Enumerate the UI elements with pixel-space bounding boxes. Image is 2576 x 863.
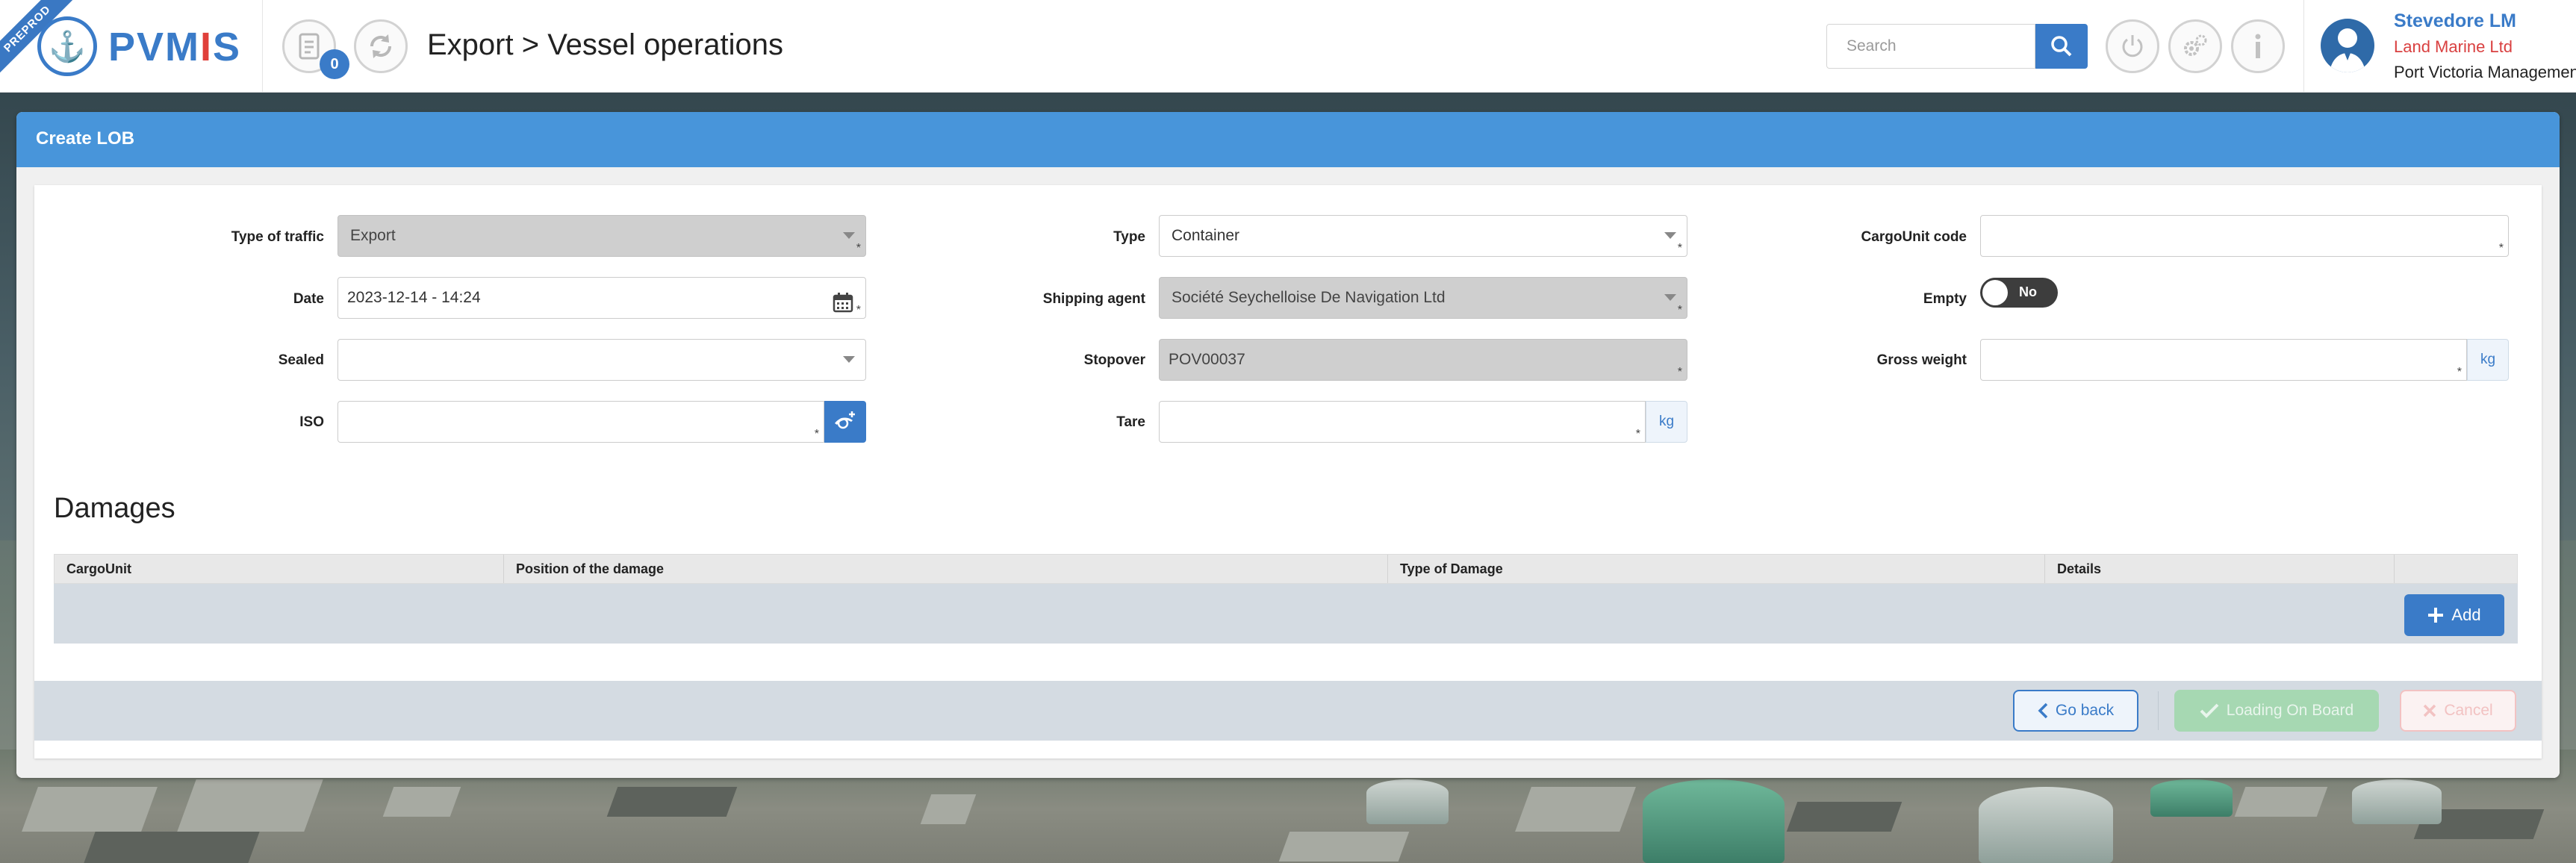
chevron-down-icon: [1664, 294, 1676, 301]
shipping-agent-value: Société Seychelloise De Navigation Ltd: [1172, 289, 1446, 306]
iso-lookup-button[interactable]: [824, 401, 866, 443]
add-damage-button[interactable]: Add: [2404, 594, 2504, 636]
user-port: Port Victoria Management: [2394, 63, 2576, 81]
refresh-icon: [370, 34, 392, 58]
user-menu[interactable]: Stevedore LM Land Marine Ltd Port Victor…: [2303, 0, 2576, 93]
shipping-agent-label: Shipping agent: [1042, 291, 1145, 307]
damages-table-header: CargoUnit Position of the damage Type of…: [54, 554, 2518, 584]
gears-icon: [2184, 34, 2207, 56]
stopover-label: Stopover: [1083, 352, 1145, 368]
damages-add-row: Add: [54, 584, 2518, 644]
loading-on-board-button[interactable]: Loading On Board: [2174, 690, 2379, 732]
column-header-cargounit[interactable]: CargoUnit: [55, 555, 504, 583]
date-label: Date: [293, 291, 324, 307]
empty-toggle-state: No: [2019, 284, 2037, 299]
close-icon: [2424, 704, 2436, 717]
calendar-icon[interactable]: [833, 288, 853, 318]
search-input[interactable]: [1826, 24, 2035, 69]
type-of-traffic-value: Export: [350, 227, 396, 244]
search-button[interactable]: [2035, 24, 2088, 69]
type-label: Type: [1113, 229, 1145, 245]
sealed-select[interactable]: [337, 339, 866, 381]
info-button[interactable]: [2231, 19, 2285, 73]
stopover-value: POV00037: [1169, 351, 1245, 368]
app-logo[interactable]: PVMIS: [108, 24, 241, 70]
user-company: Land Marine Ltd: [2394, 37, 2513, 56]
chevron-down-icon: [1664, 232, 1676, 239]
tare-input[interactable]: *: [1159, 401, 1646, 443]
cancel-button[interactable]: Cancel: [2400, 690, 2516, 732]
required-mark: *: [1677, 304, 1682, 317]
gross-weight-input[interactable]: *: [1980, 339, 2467, 381]
empty-toggle[interactable]: No: [1980, 278, 2058, 308]
chevron-left-icon: [2038, 702, 2048, 719]
plus-icon: [2428, 608, 2444, 623]
required-mark: *: [814, 428, 819, 440]
toggle-knob: [1982, 280, 2008, 305]
settings-button[interactable]: [2168, 19, 2222, 73]
check-icon: [2200, 703, 2219, 718]
gross-weight-label: Gross weight: [1876, 352, 1967, 368]
form-footer: Go back Loading On Board Cancel: [34, 681, 2542, 741]
add-damage-label: Add: [2451, 605, 2481, 624]
divider: [2158, 691, 2159, 730]
top-bar: PREPROD ⚓ PVMIS 0 Export > Vessel operat…: [0, 0, 2576, 93]
required-mark: *: [856, 242, 861, 255]
go-back-button[interactable]: Go back: [2013, 690, 2138, 732]
cargounit-code-input[interactable]: *: [1980, 215, 2509, 257]
required-mark: *: [1635, 428, 1640, 440]
iso-label: ISO: [299, 414, 324, 430]
required-mark: *: [1677, 366, 1682, 378]
empty-label: Empty: [1923, 291, 1967, 307]
anchor-logo-icon[interactable]: ⚓: [37, 16, 97, 76]
breadcrumb: Export > Vessel operations: [427, 28, 783, 61]
notification-count-badge: 0: [320, 49, 349, 79]
brand-area: PREPROD ⚓ PVMIS: [0, 0, 263, 93]
date-input[interactable]: 2023-12-14 - 14:24 *: [337, 277, 866, 319]
column-header-details[interactable]: Details: [2045, 555, 2395, 583]
logout-button[interactable]: [2106, 19, 2159, 73]
required-mark: *: [1677, 242, 1682, 255]
type-of-traffic-label: Type of traffic: [231, 229, 324, 245]
loading-on-board-label: Loading On Board: [2226, 702, 2354, 719]
tare-unit: kg: [1646, 401, 1687, 443]
chevron-down-icon: [843, 356, 855, 363]
go-back-label: Go back: [2055, 702, 2115, 719]
sealed-label: Sealed: [278, 352, 324, 368]
stopover-input[interactable]: POV00037 *: [1159, 339, 1687, 381]
document-icon: [299, 33, 320, 60]
create-lob-panel: Create LOB Type of traffic Export * Date…: [16, 112, 2560, 778]
info-icon: [2255, 34, 2261, 58]
user-avatar-icon: [2330, 28, 2365, 72]
type-value: Container: [1172, 227, 1240, 244]
column-header-position[interactable]: Position of the damage: [504, 555, 1388, 583]
date-value: 2023-12-14 - 14:24: [347, 289, 481, 306]
iso-input[interactable]: *: [337, 401, 824, 443]
type-of-traffic-select[interactable]: Export *: [337, 215, 866, 257]
search-icon: [2051, 36, 2072, 57]
lob-form-card: Type of traffic Export * Date 2023-12-14…: [34, 185, 2542, 758]
required-mark: *: [2457, 366, 2462, 378]
type-select[interactable]: Container *: [1159, 215, 1687, 257]
gross-weight-unit: kg: [2467, 339, 2509, 381]
chevron-down-icon: [843, 232, 855, 239]
tare-label: Tare: [1116, 414, 1145, 430]
panel-title: Create LOB: [36, 128, 135, 149]
refresh-button[interactable]: [354, 19, 408, 73]
damages-title: Damages: [54, 493, 175, 524]
power-icon: [2122, 35, 2143, 57]
column-header-type-of-damage[interactable]: Type of Damage: [1388, 555, 2045, 583]
avatar: [2321, 19, 2374, 72]
ship-lookup-icon: [835, 411, 855, 429]
user-name: Stevedore LM: [2394, 10, 2516, 31]
cancel-label: Cancel: [2444, 702, 2493, 719]
required-mark: *: [856, 304, 861, 317]
cargounit-code-label: CargoUnit code: [1861, 229, 1967, 245]
panel-header: Create LOB: [16, 112, 2560, 167]
panel-body: Type of traffic Export * Date 2023-12-14…: [16, 167, 2560, 778]
shipping-agent-select[interactable]: Société Seychelloise De Navigation Ltd *: [1159, 277, 1687, 319]
required-mark: *: [2498, 242, 2504, 255]
